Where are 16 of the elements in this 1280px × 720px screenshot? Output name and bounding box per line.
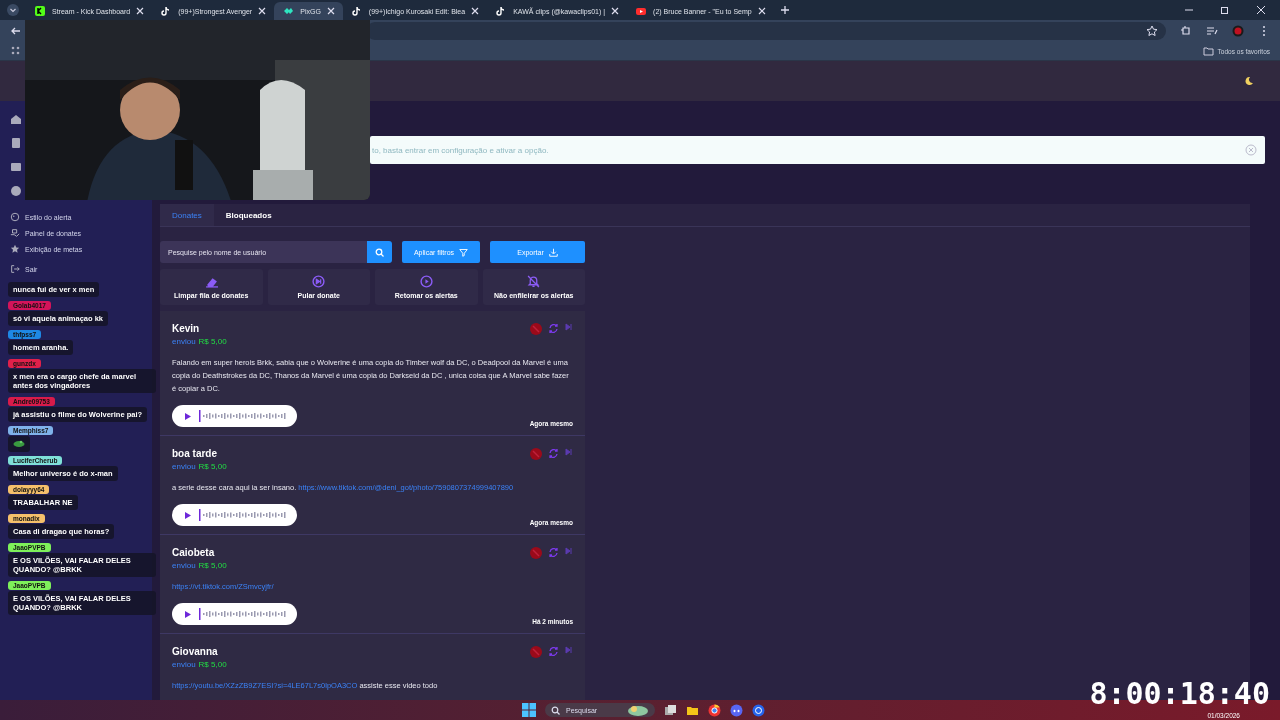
banner-text: to, basta entrar em configuração e ativar a opção. [372, 145, 549, 155]
donation-amount: R$ 5,00 [198, 337, 227, 346]
sent-label: enviou [172, 337, 196, 346]
sent-label: enviou [172, 462, 196, 471]
donor-name: Giovanna [172, 646, 219, 657]
donation-amount: R$ 5,00 [198, 462, 227, 471]
donation-amount: R$ 5,00 [198, 660, 227, 669]
donor-name: Kevin [172, 323, 201, 334]
donor-name: boa tarde [172, 448, 218, 459]
panel-tab[interactable]: Bloqueados [213, 204, 284, 226]
sent-label: enviou [172, 561, 196, 570]
sent-label: enviou [172, 660, 196, 669]
donation-amount: R$ 5,00 [198, 561, 227, 570]
panel-tab[interactable]: Donates [160, 204, 214, 226]
timer-text: 8:00:18:40 [1089, 679, 1270, 709]
donor-name: Caiobeta [172, 547, 216, 558]
